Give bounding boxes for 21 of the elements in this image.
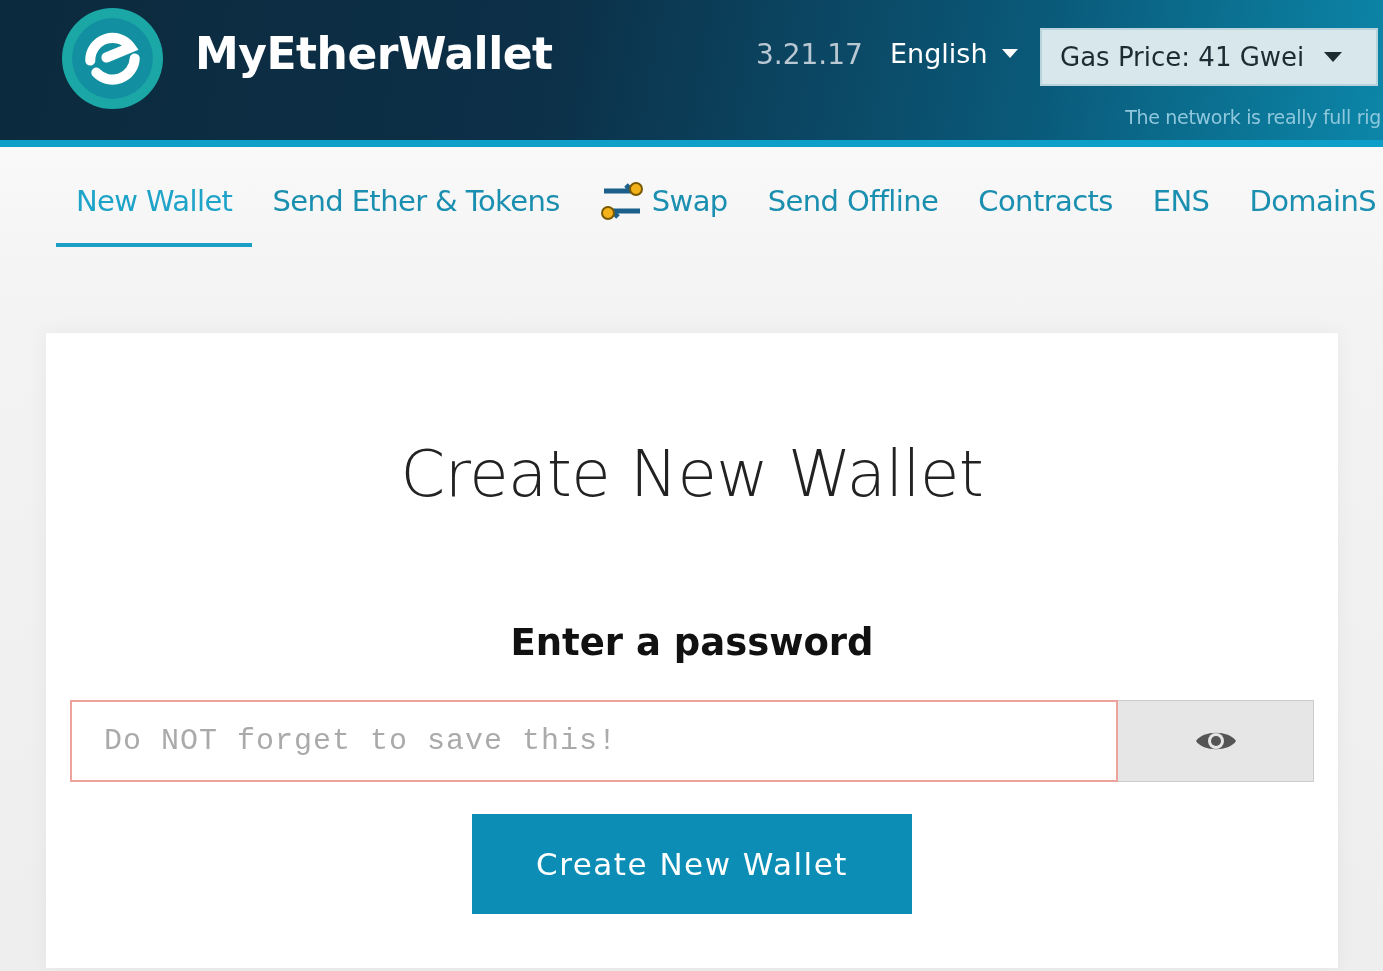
create-wallet-button[interactable]: Create New Wallet: [472, 814, 912, 914]
language-dropdown[interactable]: English: [890, 38, 1018, 69]
nav-tab[interactable]: Send Ether & Tokens: [252, 175, 580, 247]
network-notice: The network is really full rig: [1125, 106, 1381, 128]
nav-tab[interactable]: DomainS: [1229, 175, 1383, 247]
show-password-button[interactable]: [1118, 700, 1314, 782]
nav-tab[interactable]: New Wallet: [56, 175, 253, 247]
logo-icon: [62, 8, 163, 109]
nav-tab[interactable]: Send Offline: [747, 175, 959, 247]
swap-arrows-icon: [599, 181, 644, 221]
nav-tab[interactable]: Contracts: [958, 175, 1133, 247]
password-field[interactable]: Do NOT forget to save this!: [70, 700, 1118, 782]
caret-icon: [1324, 52, 1343, 62]
caret-icon: [1001, 48, 1018, 59]
nav-tab[interactable]: Swap: [579, 175, 748, 247]
gas-price-dropdown[interactable]: Gas Price: 41 Gwei: [1040, 28, 1378, 86]
page-title: Create New Wallet: [400, 437, 984, 511]
brand-name: MyEtherWallet: [195, 28, 553, 79]
version-number: 3.21.17: [756, 38, 863, 71]
nav-tab[interactable]: ENS: [1132, 175, 1230, 247]
password-label: Enter a password: [510, 621, 874, 664]
